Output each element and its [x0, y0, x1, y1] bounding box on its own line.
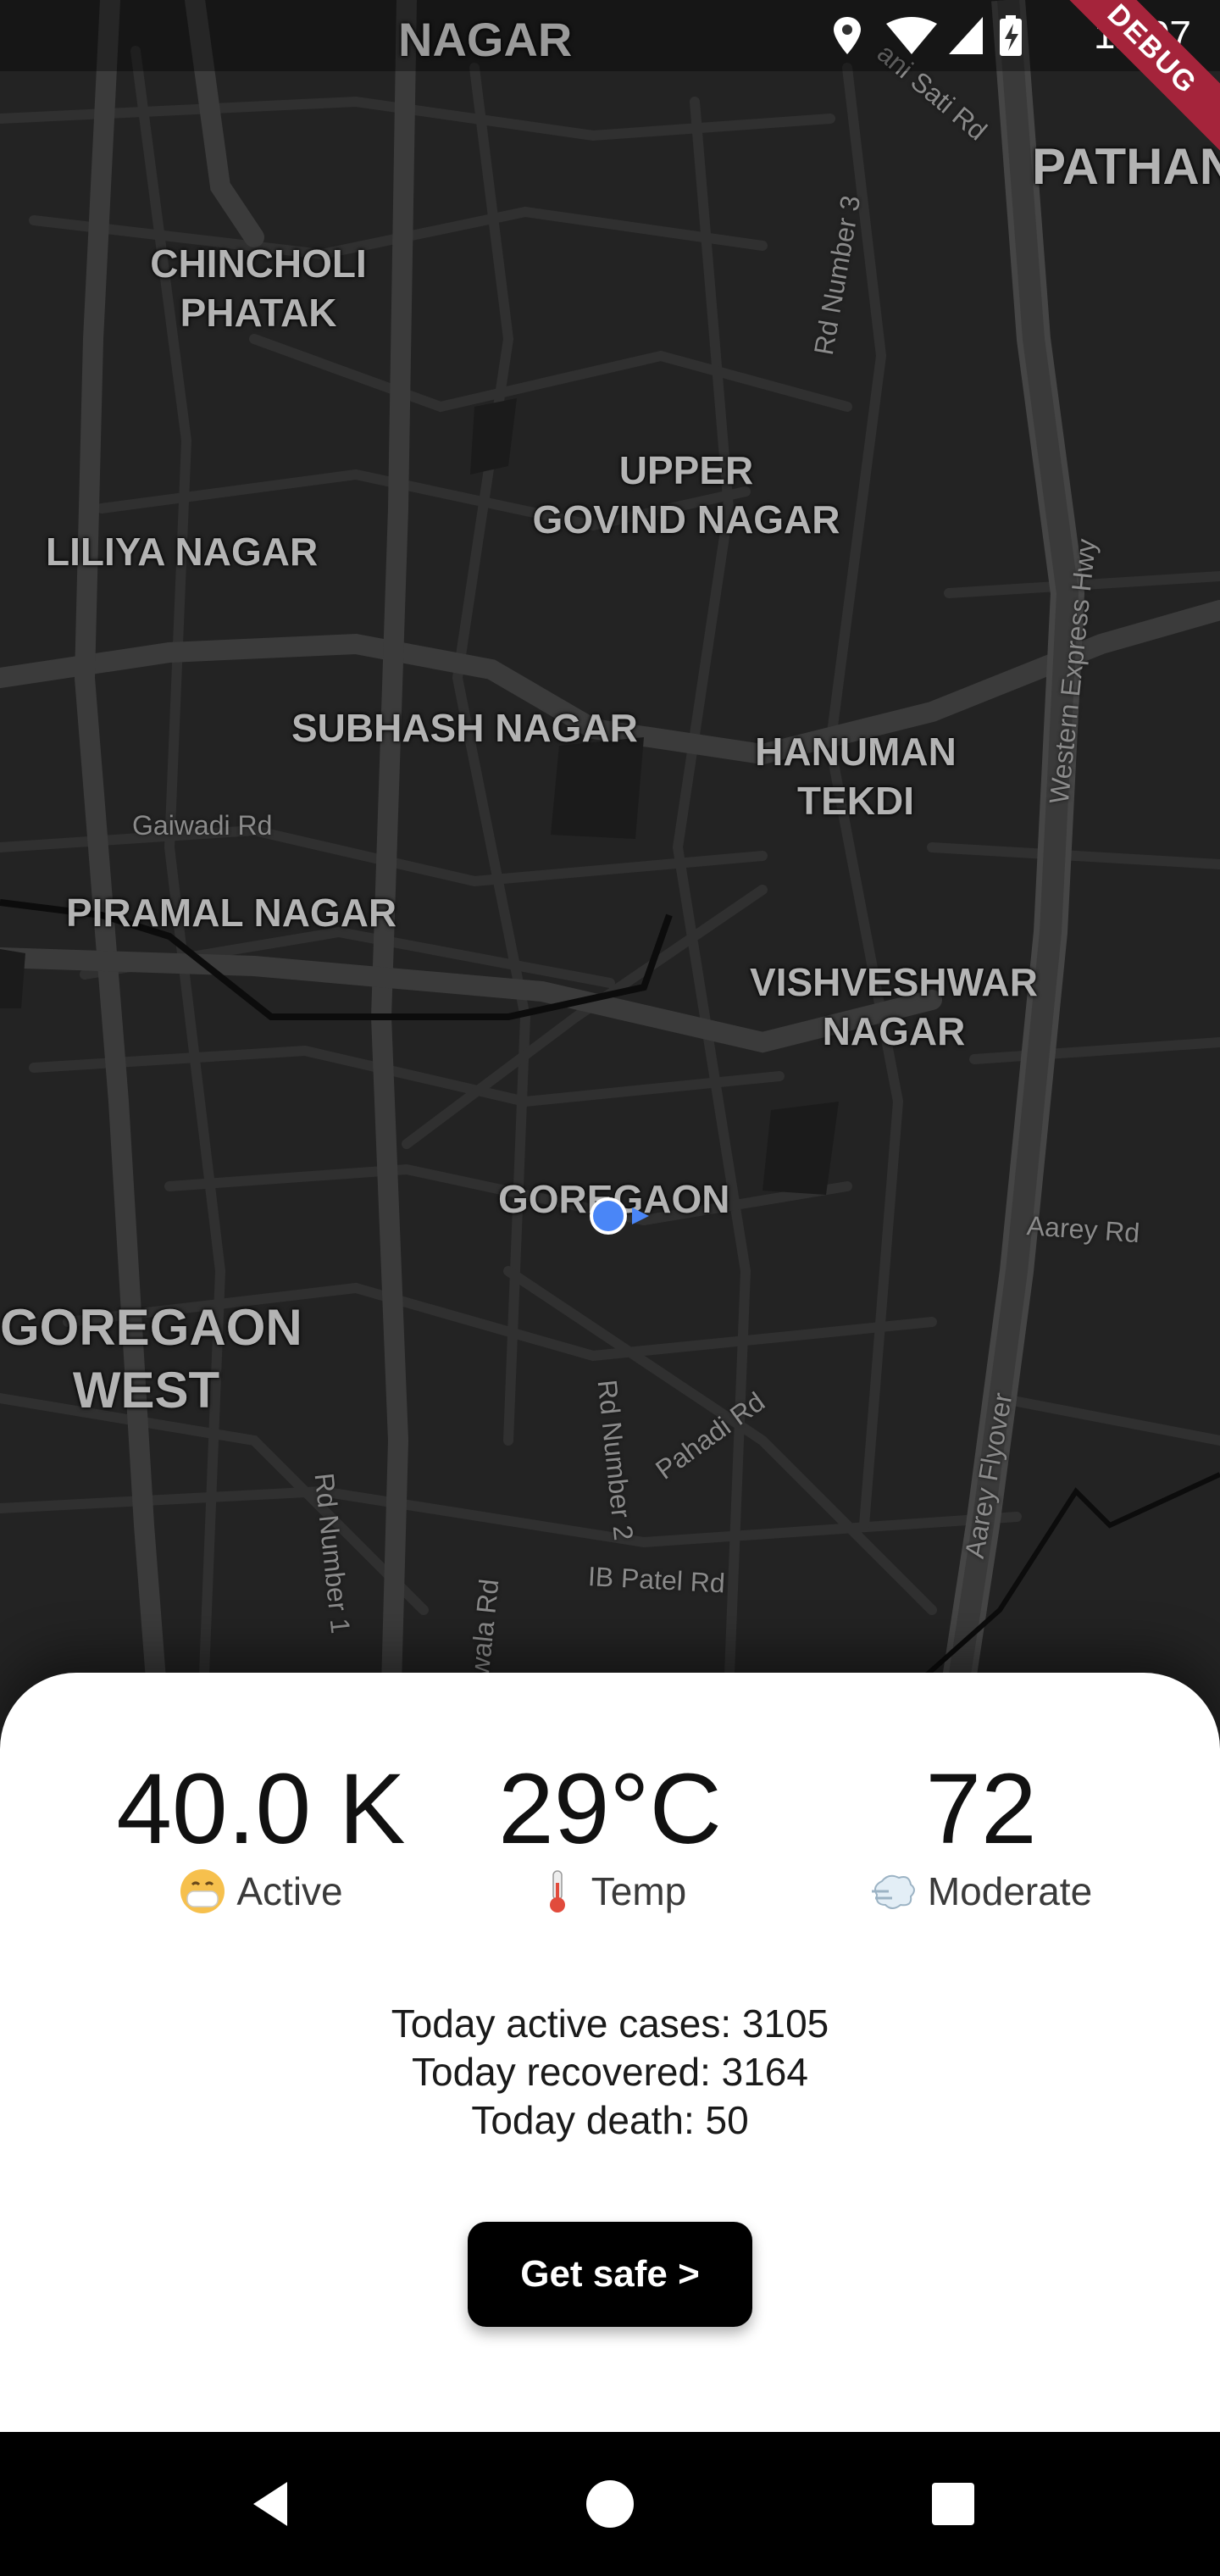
today-death: Today death: 50 [471, 2098, 749, 2142]
stat-temp: 29°C Temp [441, 1757, 779, 1915]
active-label-row: Active [92, 1868, 430, 1915]
navigation-bar [0, 2432, 1220, 2576]
home-icon[interactable] [572, 2466, 648, 2542]
today-recovered: Today recovered: 3164 [412, 2050, 808, 2094]
road-label-gaiwadi: Gaiwadi Rd [132, 810, 273, 841]
air-label-row: Moderate [812, 1868, 1151, 1915]
air-value: 72 [925, 1753, 1037, 1865]
status-icons [830, 14, 1042, 59]
current-location-icon[interactable] [588, 1195, 656, 1237]
status-bar: 12:07 [0, 0, 1220, 71]
battery-icon [1000, 15, 1022, 56]
thermometer-icon [534, 1868, 581, 1915]
area-label-subhash: SUBHASH NAGAR [291, 706, 638, 750]
stat-air: 72 Moderate [812, 1757, 1151, 1915]
signal-icon [949, 17, 983, 54]
active-value: 40.0 K [116, 1753, 406, 1865]
wifi-icon [886, 17, 937, 54]
stat-active: 40.0 K Active [92, 1757, 430, 1915]
area-label-nagar: NAGAR [398, 13, 573, 66]
area-label-liliya: LILIYA NAGAR [46, 530, 319, 574]
area-label-vishveshwar: VISHVESHWAR NAGAR [750, 960, 1038, 1053]
today-active: Today active cases: 3105 [391, 2001, 829, 2046]
air-label: Moderate [927, 1868, 1093, 1913]
face-mask-icon [179, 1868, 226, 1915]
back-icon[interactable] [232, 2466, 308, 2542]
temp-label-row: Temp [441, 1868, 779, 1915]
temp-label: Temp [591, 1868, 687, 1913]
area-label-goregaon-west: GOREGAON WEST [0, 1299, 302, 1418]
recents-icon[interactable] [915, 2466, 991, 2542]
area-label-hanuman: HANUMAN TEKDI [755, 730, 957, 823]
area-label-piramal: PIRAMAL NAGAR [66, 891, 397, 935]
info-sheet: 40.0 K Active 29°C Temp 72 Moderate Toda… [0, 1673, 1220, 2432]
get-safe-button[interactable]: Get safe > [468, 2222, 752, 2327]
area-label-chincholi: CHINCHOLI PHATAK [150, 242, 367, 335]
area-label-pathan: PATHAN [1032, 138, 1220, 195]
active-label: Active [236, 1868, 343, 1913]
temp-value: 29°C [498, 1753, 722, 1865]
area-label-upper-govind: UPPER GOVIND NAGAR [532, 448, 840, 541]
wind-icon [870, 1868, 918, 1915]
today-stats: Today active cases: 3105 Today recovered… [0, 2000, 1220, 2145]
location-icon [834, 17, 861, 54]
